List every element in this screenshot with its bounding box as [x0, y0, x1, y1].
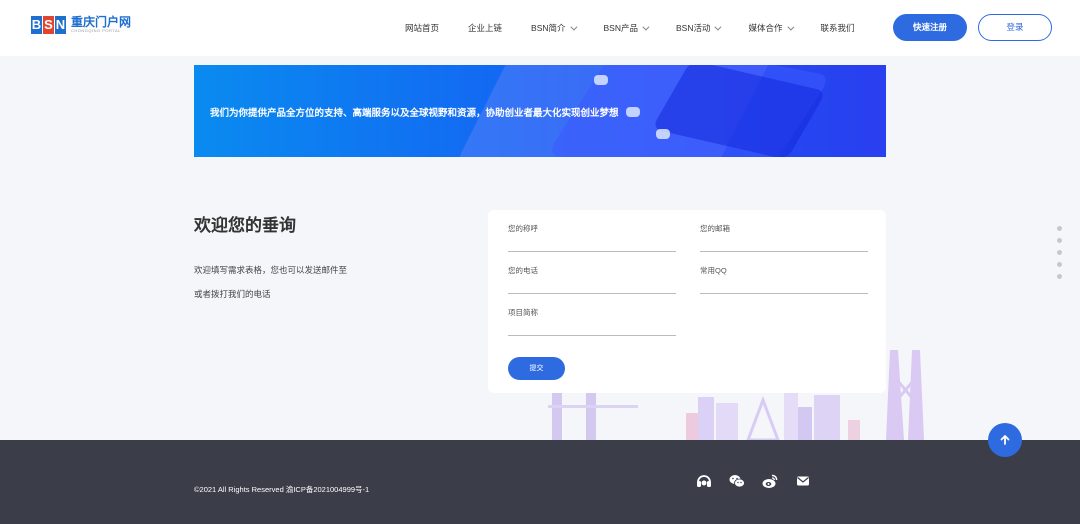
pager-dot[interactable] — [1057, 250, 1062, 255]
pager-dot[interactable] — [1057, 274, 1062, 279]
qq-field-label: 常用QQ — [700, 266, 727, 275]
gear-icon — [656, 129, 670, 139]
chevron-down-icon — [569, 23, 577, 31]
field-underline — [700, 293, 868, 294]
qq-field[interactable]: 常用QQ — [700, 265, 868, 294]
site-footer: ©2021 All Rights Reserved 渝ICP备202100499… — [0, 440, 1080, 524]
wechat-icon[interactable] — [729, 473, 745, 489]
nav-item-label: 企业上链 — [468, 23, 503, 33]
project-field[interactable]: 项目简称 — [508, 307, 676, 336]
logo-letter-s: S — [43, 16, 54, 34]
field-underline — [508, 335, 676, 336]
arrow-up-icon — [1000, 435, 1010, 445]
nav-item-media[interactable]: 媒体合作 — [748, 22, 794, 34]
chevron-down-icon — [642, 23, 650, 31]
cloud-icon — [594, 75, 608, 85]
phone-field[interactable]: 您的电话 — [508, 265, 676, 294]
nav-item-label: BSN活动 — [676, 23, 711, 33]
nav-item-label: BSN简介 — [531, 23, 566, 33]
nav-item-label: 媒体合作 — [748, 23, 783, 33]
field-underline — [700, 251, 868, 252]
banner-text: 我们为你提供产品全方位的支持、高端服务以及全球视野和资源，协助创业者最大化实现创… — [210, 108, 619, 119]
social-links — [696, 473, 828, 489]
pager-dot[interactable] — [1057, 238, 1062, 243]
back-to-top-button[interactable] — [988, 423, 1022, 457]
hero-banner: 我们为你提供产品全方位的支持、高端服务以及全球视野和资源，协助创业者最大化实现创… — [194, 65, 886, 157]
inquiry-form: 您的称呼 您的邮箱 您的电话 常用QQ 项目简称 提交 — [488, 210, 886, 393]
nav-item-label: 网站首页 — [405, 23, 440, 33]
email-field-label: 您的邮箱 — [700, 224, 730, 233]
logo-letter-b: B — [31, 16, 42, 34]
pager-dot[interactable] — [1057, 262, 1062, 267]
logo-mark: B S N — [31, 16, 67, 34]
login-button[interactable]: 登录 — [978, 14, 1052, 41]
nav-item-contact[interactable]: 联系我们 — [821, 22, 855, 34]
main-nav: 网站首页 企业上链 BSN简介 BSN产品 BSN活动 媒体合作 联系我们 — [405, 0, 884, 56]
headset-icon[interactable] — [696, 473, 712, 489]
pager-dot[interactable] — [1057, 226, 1062, 231]
email-field[interactable]: 您的邮箱 — [700, 223, 868, 252]
welcome-description: 欢迎填写需求表格，您也可以发送邮件至 或者拨打我们的电话 — [194, 258, 374, 306]
logo-text: 重庆门户网 CHONGQING PORTAL — [71, 16, 131, 34]
quick-register-button[interactable]: 快速注册 — [893, 14, 967, 41]
nav-item-bsn-events[interactable]: BSN活动 — [676, 22, 722, 34]
project-field-label: 项目简称 — [508, 308, 538, 317]
welcome-desc-line: 或者拨打我们的电话 — [194, 289, 271, 299]
nav-item-label: 联系我们 — [820, 23, 855, 33]
name-field-label: 您的称呼 — [508, 224, 538, 233]
field-underline — [508, 293, 676, 294]
nav-item-home[interactable]: 网站首页 — [405, 22, 439, 34]
welcome-title: 欢迎您的垂询 — [194, 216, 296, 235]
cloud-icon — [626, 107, 640, 117]
chevron-down-icon — [714, 23, 722, 31]
field-underline — [508, 251, 676, 252]
name-field[interactable]: 您的称呼 — [508, 223, 676, 252]
weibo-icon[interactable] — [762, 473, 778, 489]
logo-name: 重庆门户网 — [71, 15, 132, 29]
nav-item-bsn-products[interactable]: BSN产品 — [603, 22, 650, 34]
nav-item-bsn-intro[interactable]: BSN简介 — [531, 22, 577, 34]
mail-icon[interactable] — [795, 473, 811, 489]
submit-button[interactable]: 提交 — [508, 357, 565, 380]
site-logo[interactable]: B S N 重庆门户网 CHONGQING PORTAL — [31, 16, 131, 34]
nav-item-enterprise-chain[interactable]: 企业上链 — [468, 22, 502, 34]
logo-letter-n: N — [55, 16, 66, 34]
copyright-text: ©2021 All Rights Reserved 渝ICP备202100499… — [194, 485, 370, 494]
nav-item-label: BSN产品 — [603, 23, 638, 33]
section-pager — [1057, 226, 1062, 286]
phone-field-label: 您的电话 — [508, 266, 538, 275]
chevron-down-icon — [786, 23, 794, 31]
site-header: B S N 重庆门户网 CHONGQING PORTAL 网站首页 企业上链 B… — [0, 0, 1080, 56]
welcome-desc-line: 欢迎填写需求表格，您也可以发送邮件至 — [194, 265, 348, 275]
